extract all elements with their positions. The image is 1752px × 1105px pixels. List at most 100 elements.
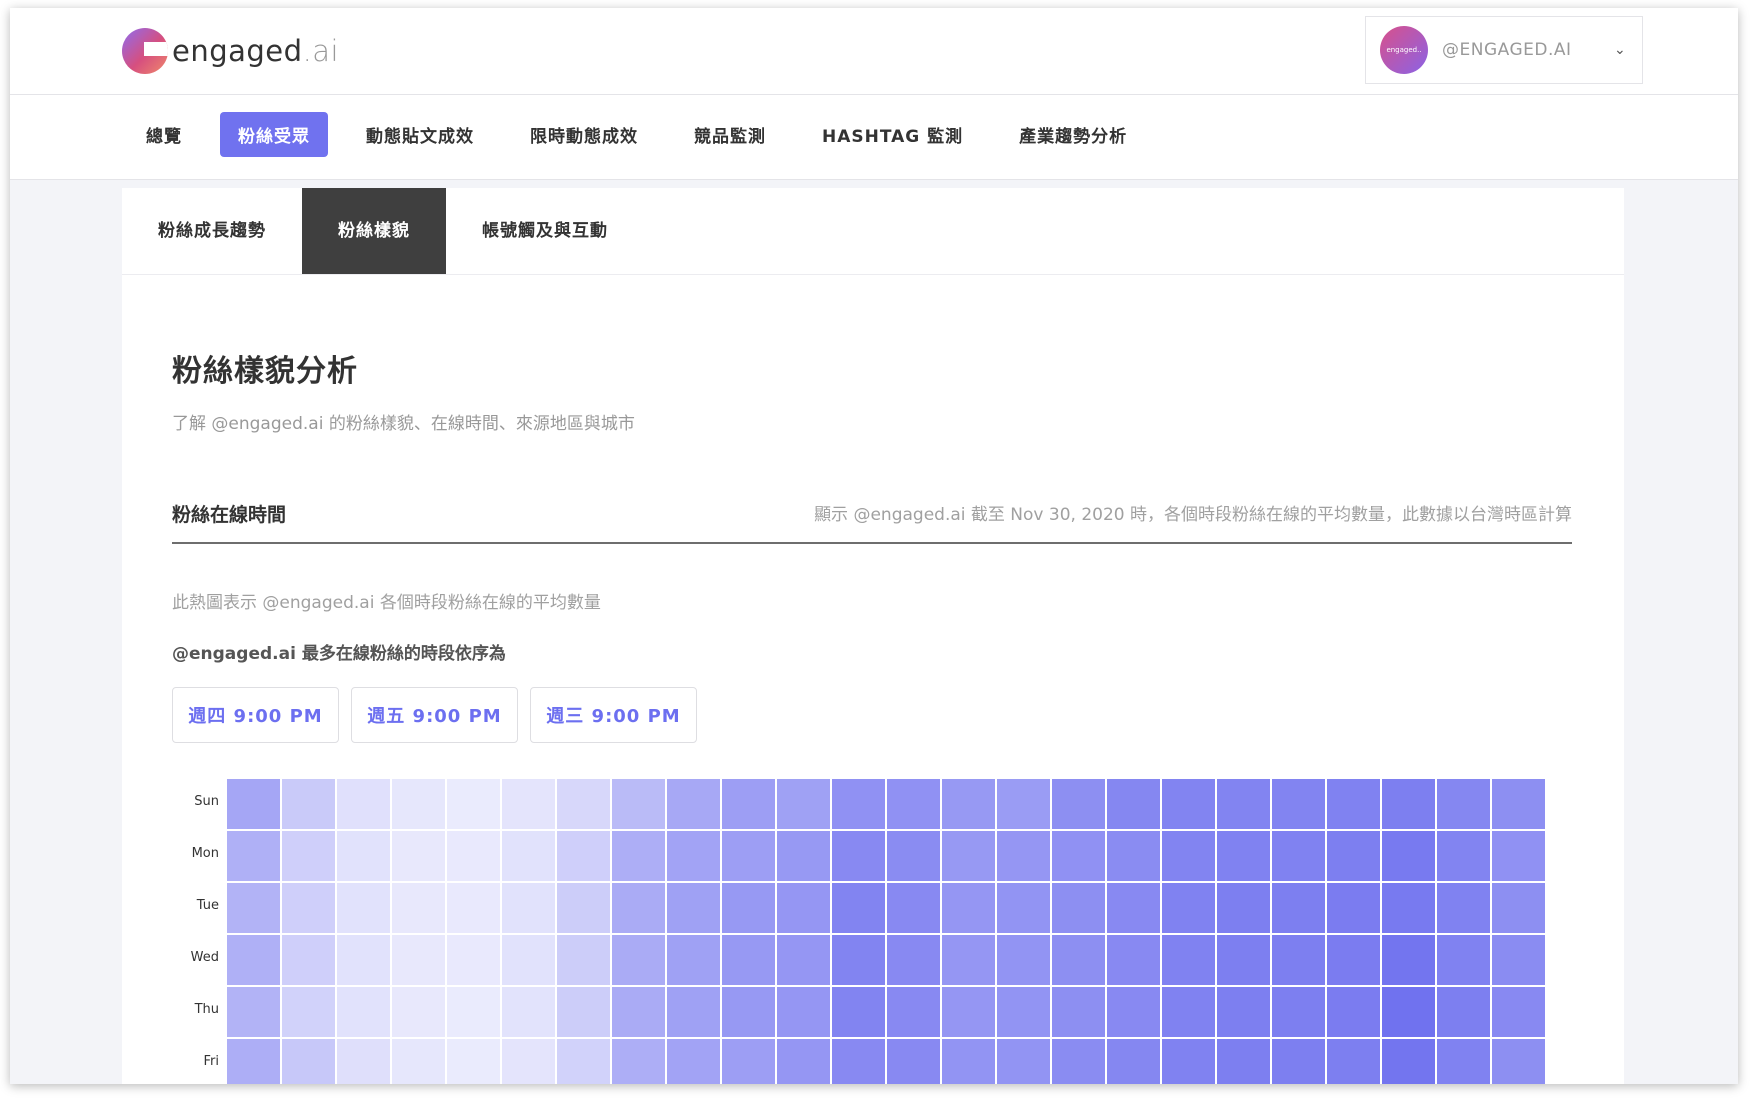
heatmap-cell[interactable] xyxy=(887,987,940,1037)
heatmap-cell[interactable] xyxy=(1492,987,1545,1037)
heatmap-cell[interactable] xyxy=(337,935,390,985)
heatmap-cell[interactable] xyxy=(942,1039,995,1084)
heatmap-cell[interactable] xyxy=(392,935,445,985)
heatmap-cell[interactable] xyxy=(1272,987,1325,1037)
heatmap-cell[interactable] xyxy=(1107,831,1160,881)
heatmap-cell[interactable] xyxy=(612,935,665,985)
heatmap-cell[interactable] xyxy=(1327,883,1380,933)
heatmap-cell[interactable] xyxy=(1382,935,1435,985)
heatmap-cell[interactable] xyxy=(942,779,995,829)
heatmap-cell[interactable] xyxy=(392,883,445,933)
heatmap-cell[interactable] xyxy=(832,883,885,933)
heatmap-cell[interactable] xyxy=(942,831,995,881)
heatmap-cell[interactable] xyxy=(612,831,665,881)
heatmap-cell[interactable] xyxy=(997,987,1050,1037)
heatmap-cell[interactable] xyxy=(1217,883,1270,933)
heatmap-cell[interactable] xyxy=(447,779,500,829)
heatmap-cell[interactable] xyxy=(557,987,610,1037)
heatmap-cell[interactable] xyxy=(1107,1039,1160,1084)
heatmap-cell[interactable] xyxy=(1162,987,1215,1037)
heatmap-cell[interactable] xyxy=(227,831,280,881)
heatmap-cell[interactable] xyxy=(777,935,830,985)
heatmap-cell[interactable] xyxy=(997,935,1050,985)
heatmap-cell[interactable] xyxy=(1052,779,1105,829)
heatmap-cell[interactable] xyxy=(227,883,280,933)
heatmap-cell[interactable] xyxy=(722,831,775,881)
heatmap-cell[interactable] xyxy=(1272,779,1325,829)
heatmap-cell[interactable] xyxy=(1492,935,1545,985)
heatmap-cell[interactable] xyxy=(1382,1039,1435,1084)
heatmap-cell[interactable] xyxy=(1052,883,1105,933)
nav-item-6[interactable]: 產業趨勢分析 xyxy=(1001,112,1145,157)
heatmap-cell[interactable] xyxy=(887,935,940,985)
heatmap-cell[interactable] xyxy=(502,935,555,985)
heatmap-cell[interactable] xyxy=(1107,779,1160,829)
heatmap-cell[interactable] xyxy=(502,1039,555,1084)
heatmap-cell[interactable] xyxy=(1272,935,1325,985)
heatmap-cell[interactable] xyxy=(667,935,720,985)
heatmap-cell[interactable] xyxy=(502,987,555,1037)
heatmap-cell[interactable] xyxy=(612,883,665,933)
top-time-pill[interactable]: 週四 9:00 PM xyxy=(172,687,339,743)
heatmap-cell[interactable] xyxy=(1217,987,1270,1037)
heatmap-cell[interactable] xyxy=(557,831,610,881)
nav-item-0[interactable]: 總覽 xyxy=(128,112,200,157)
heatmap-cell[interactable] xyxy=(1052,935,1105,985)
heatmap-cell[interactable] xyxy=(447,987,500,1037)
heatmap-cell[interactable] xyxy=(1107,883,1160,933)
heatmap-cell[interactable] xyxy=(1492,831,1545,881)
heatmap-cell[interactable] xyxy=(1437,987,1490,1037)
nav-item-3[interactable]: 限時動態成效 xyxy=(512,112,656,157)
heatmap-cell[interactable] xyxy=(392,779,445,829)
heatmap-cell[interactable] xyxy=(227,779,280,829)
tab-2[interactable]: 帳號觸及與互動 xyxy=(446,188,644,274)
heatmap-cell[interactable] xyxy=(1272,1039,1325,1084)
heatmap-cell[interactable] xyxy=(667,779,720,829)
heatmap-cell[interactable] xyxy=(337,987,390,1037)
heatmap-cell[interactable] xyxy=(942,883,995,933)
heatmap-cell[interactable] xyxy=(337,779,390,829)
heatmap-cell[interactable] xyxy=(832,1039,885,1084)
heatmap-cell[interactable] xyxy=(282,831,335,881)
heatmap-cell[interactable] xyxy=(282,779,335,829)
heatmap-cell[interactable] xyxy=(1162,1039,1215,1084)
heatmap-cell[interactable] xyxy=(1437,935,1490,985)
heatmap-cell[interactable] xyxy=(997,779,1050,829)
heatmap-cell[interactable] xyxy=(612,1039,665,1084)
heatmap-cell[interactable] xyxy=(1382,987,1435,1037)
nav-item-1[interactable]: 粉絲受眾 xyxy=(220,112,328,157)
heatmap-cell[interactable] xyxy=(832,779,885,829)
heatmap-cell[interactable] xyxy=(722,1039,775,1084)
heatmap-cell[interactable] xyxy=(777,987,830,1037)
heatmap-cell[interactable] xyxy=(502,831,555,881)
nav-item-5[interactable]: HASHTAG 監測 xyxy=(804,112,981,157)
heatmap-cell[interactable] xyxy=(1327,1039,1380,1084)
tab-0[interactable]: 粉絲成長趨勢 xyxy=(122,188,302,274)
heatmap-cell[interactable] xyxy=(832,935,885,985)
heatmap-cell[interactable] xyxy=(1052,1039,1105,1084)
heatmap-cell[interactable] xyxy=(282,883,335,933)
heatmap-cell[interactable] xyxy=(392,831,445,881)
heatmap-cell[interactable] xyxy=(227,935,280,985)
heatmap-cell[interactable] xyxy=(667,831,720,881)
heatmap-cell[interactable] xyxy=(942,987,995,1037)
heatmap-cell[interactable] xyxy=(1052,831,1105,881)
heatmap-cell[interactable] xyxy=(337,831,390,881)
heatmap-cell[interactable] xyxy=(447,831,500,881)
heatmap-cell[interactable] xyxy=(392,1039,445,1084)
heatmap-cell[interactable] xyxy=(997,831,1050,881)
heatmap-cell[interactable] xyxy=(1327,831,1380,881)
tab-1[interactable]: 粉絲樣貌 xyxy=(302,188,446,274)
heatmap-cell[interactable] xyxy=(1382,883,1435,933)
nav-item-4[interactable]: 競品監測 xyxy=(676,112,784,157)
heatmap-cell[interactable] xyxy=(1107,935,1160,985)
heatmap-cell[interactable] xyxy=(722,987,775,1037)
heatmap-cell[interactable] xyxy=(832,831,885,881)
heatmap-cell[interactable] xyxy=(502,883,555,933)
heatmap-cell[interactable] xyxy=(282,935,335,985)
heatmap-cell[interactable] xyxy=(1272,883,1325,933)
heatmap-cell[interactable] xyxy=(777,883,830,933)
heatmap-cell[interactable] xyxy=(777,1039,830,1084)
heatmap-cell[interactable] xyxy=(1217,831,1270,881)
heatmap-cell[interactable] xyxy=(227,1039,280,1084)
